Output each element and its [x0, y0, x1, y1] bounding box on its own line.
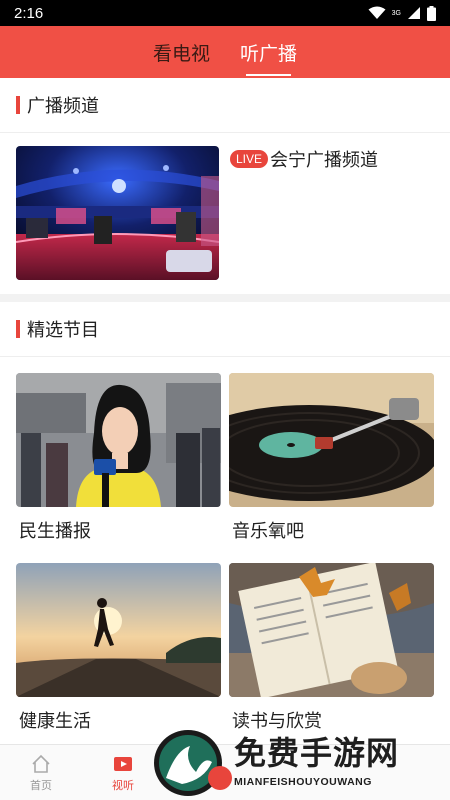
channel-item[interactable]: LIVE 会宁广播频道: [16, 146, 436, 280]
program-title[interactable]: 音乐氧吧: [232, 517, 434, 543]
network-type-label: 3G: [391, 9, 401, 17]
watermark-logo: [154, 730, 232, 796]
channel-name[interactable]: 会宁广播频道: [270, 146, 378, 172]
cellular-signal-icon: [408, 7, 420, 19]
battery-icon: [427, 5, 436, 21]
channel-info[interactable]: LIVE 会宁广播频道: [230, 146, 378, 172]
section-accent-bar: [16, 96, 20, 114]
tab-radio[interactable]: 听广播: [238, 35, 299, 76]
header-tabs: 看电视 听广播: [0, 26, 450, 78]
broadcast-section-title: 广播频道: [27, 96, 99, 117]
wifi-icon: [368, 6, 386, 19]
program-thumbnail[interactable]: [16, 373, 221, 507]
program-thumbnail[interactable]: [16, 563, 221, 697]
watermark: 免费手游网 MIANFEISHOUYOUWANG: [152, 726, 450, 800]
status-time: 2:16: [14, 4, 44, 22]
nav-label: 视听: [112, 778, 134, 792]
featured-section-header: 精选节目: [0, 302, 450, 357]
play-icon: [114, 756, 132, 771]
program-card[interactable]: 音乐氧吧: [229, 373, 434, 543]
nav-label: 首页: [30, 778, 52, 792]
watermark-title: 免费手游网: [234, 734, 400, 772]
section-accent-bar: [16, 320, 20, 338]
featured-section-title: 精选节目: [27, 320, 99, 341]
app-screen: 2:16 3G 看电视 听广播 广播频道 LIVE 会宁广播频道 精选节目 民生…: [0, 0, 450, 800]
program-thumbnail[interactable]: [229, 373, 434, 507]
section-divider: [0, 294, 450, 302]
watermark-subtitle: MIANFEISHOUYOUWANG: [234, 776, 372, 788]
channel-thumbnail[interactable]: [16, 146, 219, 280]
program-card[interactable]: 民生播报: [16, 373, 221, 543]
nav-item-home[interactable]: 首页: [0, 745, 82, 800]
program-title[interactable]: 民生播报: [19, 517, 221, 543]
broadcast-section-header: 广播频道: [0, 78, 450, 133]
program-thumbnail[interactable]: [229, 563, 434, 697]
status-bar: 2:16 3G: [0, 0, 450, 26]
tab-tv[interactable]: 看电视: [151, 35, 212, 70]
program-card[interactable]: 读书与欣赏: [229, 563, 434, 733]
live-badge: LIVE: [230, 150, 269, 168]
home-icon: [32, 754, 50, 773]
status-icons: 3G: [368, 5, 436, 21]
program-card[interactable]: 健康生活: [16, 563, 221, 733]
